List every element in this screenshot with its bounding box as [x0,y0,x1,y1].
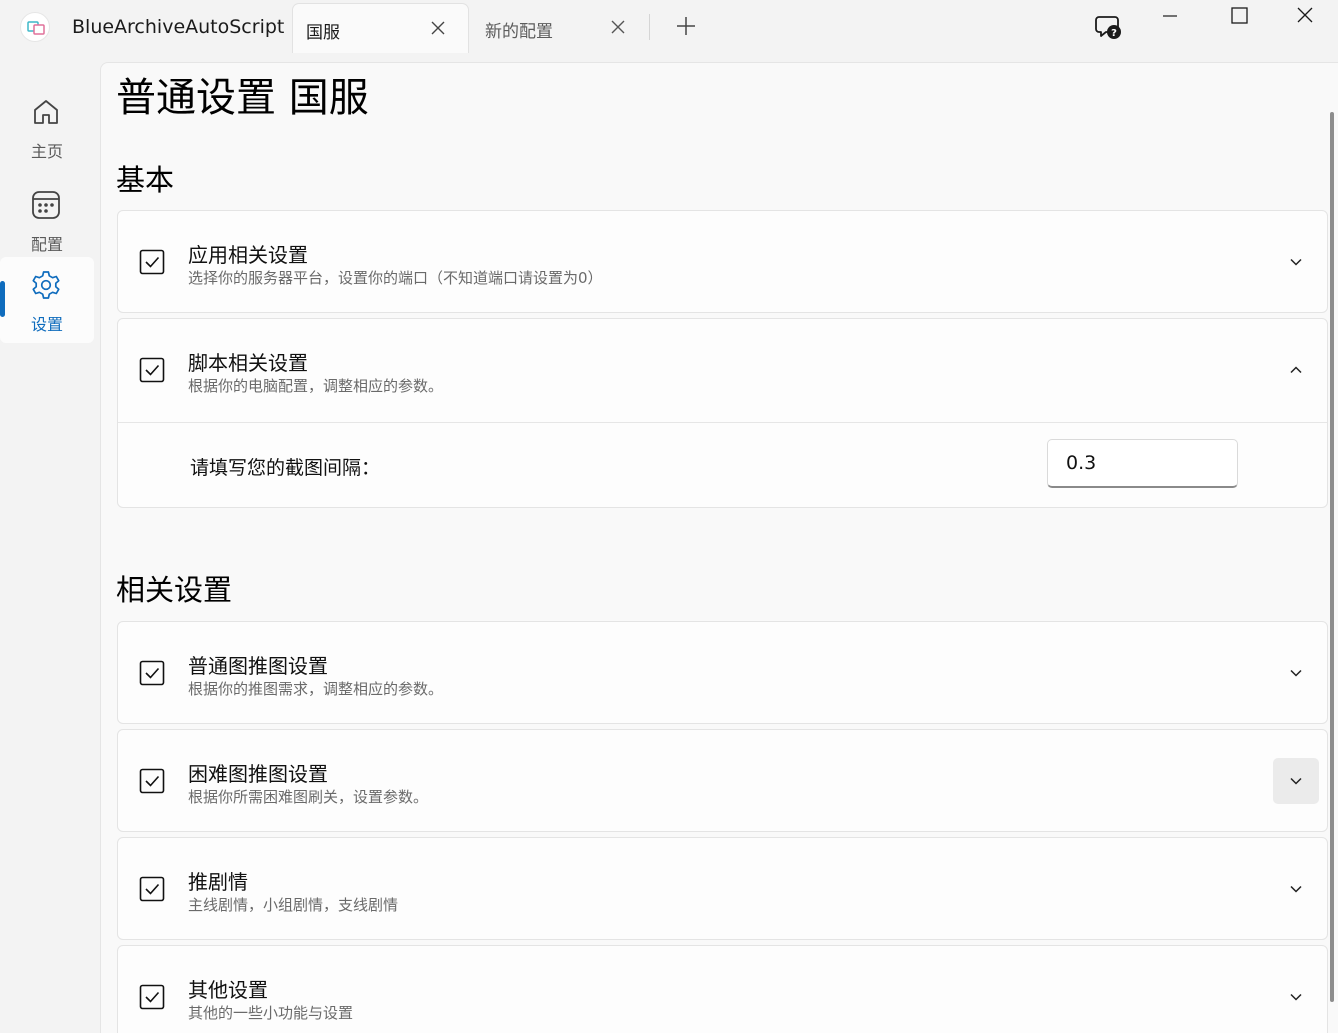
nav-label: 主页 [30,142,63,161]
card-title: 脚本相关设置 [188,351,308,375]
card-description: 主线剧情，小组剧情，支线剧情 [188,896,399,914]
checkbox-checked-icon [139,660,165,686]
settings-card-app[interactable]: 应用相关设置 选择你的服务器平台，设置你的端口（不知道端口请设置为0） [117,210,1328,313]
tab-separator [649,14,650,40]
nav-label: 配置 [30,235,63,254]
chevron-down-icon [1290,669,1302,677]
nav-item-home[interactable]: 主页 [0,84,94,170]
side-navigation: 主页 配置 设置 [0,62,100,1033]
settings-panel: 普通设置 国服 基本 应用相关设置 选择你的服务器平台，设置你的端口（不知道端口… [100,62,1338,1033]
checkbox-checked-icon [139,876,165,902]
tab-new-config[interactable]: 新的配置 [472,3,642,53]
settings-card-story[interactable]: 推剧情 主线剧情，小组剧情，支线剧情 [117,837,1328,940]
minimize-button[interactable] [1137,0,1203,34]
card-title: 应用相关设置 [188,243,308,267]
nav-label: 设置 [30,315,63,334]
checkbox-checked-icon [139,768,165,794]
card-description: 根据你的推图需求，调整相应的参数。 [188,680,444,698]
settings-card-other[interactable]: 其他设置 其他的一些小功能与设置 [117,945,1328,1033]
page-title: 普通设置 国服 [116,75,369,121]
vertical-scrollbar[interactable] [1330,112,1334,1002]
card-header[interactable]: 其他设置 其他的一些小功能与设置 [118,946,1327,1033]
expand-button[interactable] [1273,650,1319,696]
settings-card-normal-stage[interactable]: 普通图推图设置 根据你的推图需求，调整相应的参数。 [117,621,1328,724]
chevron-down-icon [1290,885,1302,893]
title-bar: BlueArchiveAutoScript 国服 新的配置 ? [0,0,1338,62]
close-icon[interactable] [608,17,628,37]
card-header[interactable]: 普通图推图设置 根据你的推图需求，调整相应的参数。 [118,622,1327,724]
card-body: 请填写您的截图间隔： [118,423,1327,507]
expand-button[interactable] [1273,758,1319,804]
screenshot-interval-label: 请填写您的截图间隔： [190,457,381,479]
card-header[interactable]: 应用相关设置 选择你的服务器平台，设置你的端口（不知道端口请设置为0） [118,211,1327,313]
home-icon [30,96,62,128]
checkbox-checked-icon [139,357,165,383]
card-title: 推剧情 [188,870,248,894]
section-title-basic: 基本 [116,163,175,197]
settings-card-hard-stage[interactable]: 困难图推图设置 根据你所需困难图刷关，设置参数。 [117,729,1328,832]
expand-button[interactable] [1273,974,1319,1020]
app-logo-icon [20,12,50,42]
card-description: 选择你的服务器平台，设置你的端口（不知道端口请设置为0） [188,269,603,287]
chevron-down-icon [1290,258,1302,266]
close-window-button[interactable] [1272,0,1338,34]
nav-item-config[interactable]: 配置 [0,177,94,263]
svg-text:?: ? [1111,28,1117,39]
card-description: 根据你的电脑配置，调整相应的参数。 [188,377,444,395]
card-title: 普通图推图设置 [188,654,328,678]
card-header[interactable]: 脚本相关设置 根据你的电脑配置，调整相应的参数。 [118,319,1327,421]
card-title: 其他设置 [188,978,268,1002]
calendar-icon [30,189,62,221]
card-header[interactable]: 困难图推图设置 根据你所需困难图刷关，设置参数。 [118,730,1327,832]
help-chat-icon[interactable]: ? [1093,12,1123,42]
chevron-down-icon [1290,993,1302,1001]
gear-icon [30,269,62,301]
collapse-button[interactable] [1273,347,1319,393]
app-title: BlueArchiveAutoScript [72,16,285,38]
chevron-up-icon [1290,366,1302,374]
tab-guofu[interactable]: 国服 [292,3,469,53]
settings-card-script[interactable]: 脚本相关设置 根据你的电脑配置，调整相应的参数。 请填写您的截图间隔： [117,318,1328,508]
expand-button[interactable] [1273,866,1319,912]
close-icon[interactable] [428,18,448,38]
tab-label: 新的配置 [485,22,553,42]
app-window: BlueArchiveAutoScript 国服 新的配置 ? 主页 配置 设置… [0,0,1338,1033]
card-description: 其他的一些小功能与设置 [188,1004,354,1022]
tab-label: 国服 [306,23,340,43]
checkbox-checked-icon [139,249,165,275]
card-header[interactable]: 推剧情 主线剧情，小组剧情，支线剧情 [118,838,1327,940]
chevron-down-icon [1290,777,1302,785]
add-tab-icon[interactable] [674,14,698,38]
card-description: 根据你所需困难图刷关，设置参数。 [188,788,429,806]
card-title: 困难图推图设置 [188,762,328,786]
expand-button[interactable] [1273,239,1319,285]
maximize-button[interactable] [1206,0,1272,34]
nav-item-settings[interactable]: 设置 [0,257,94,343]
checkbox-checked-icon [139,984,165,1010]
screenshot-interval-input[interactable] [1047,439,1238,488]
section-title-related: 相关设置 [116,573,233,607]
